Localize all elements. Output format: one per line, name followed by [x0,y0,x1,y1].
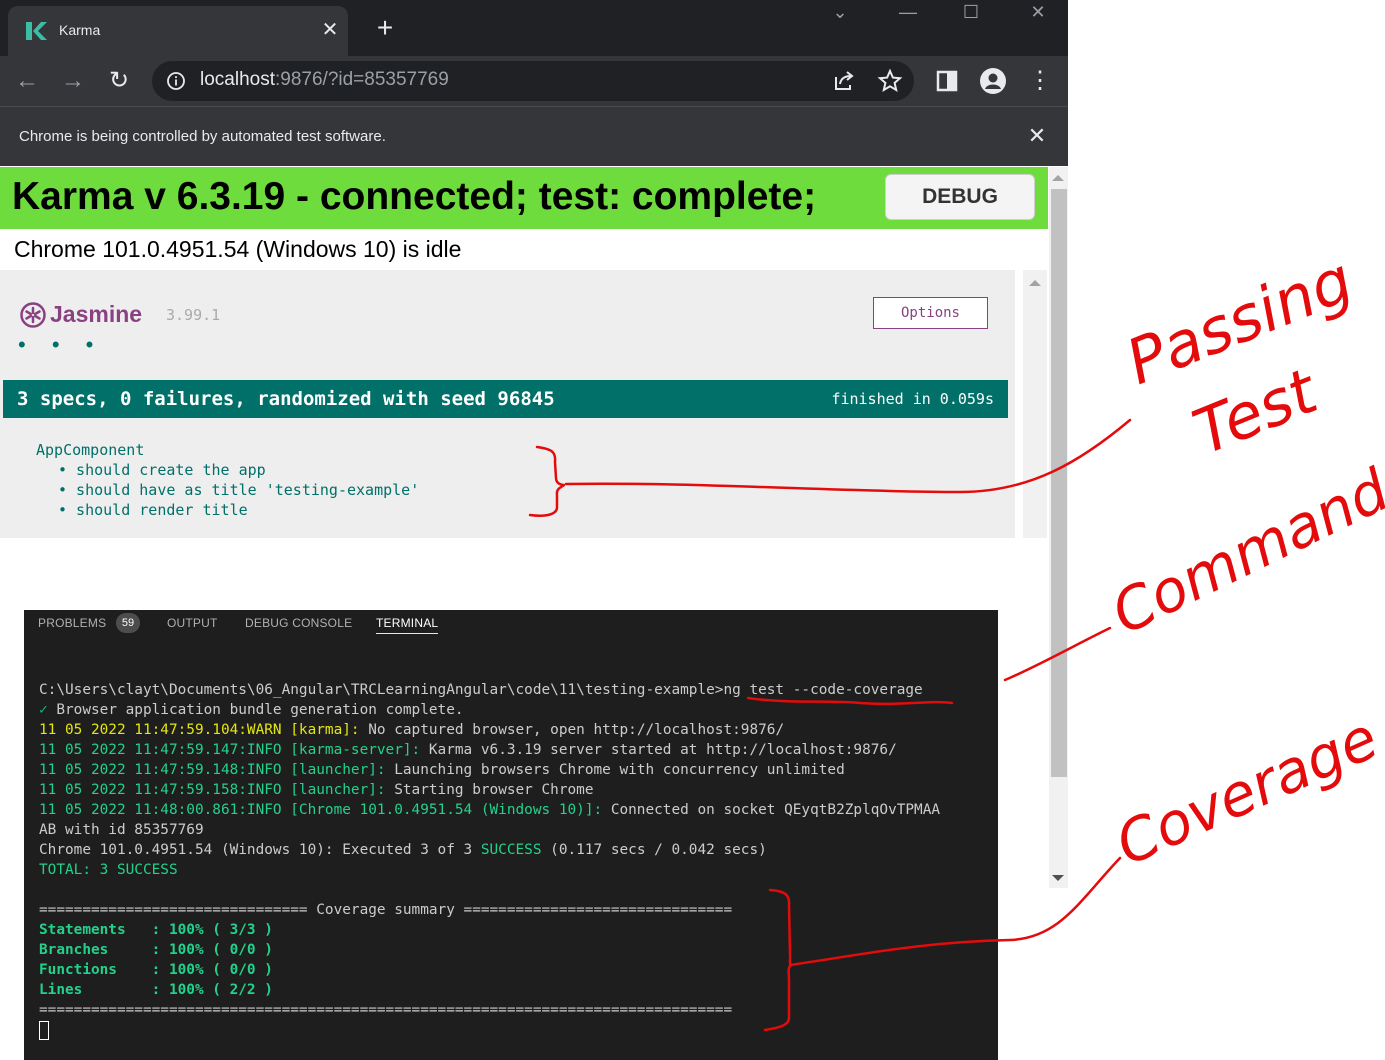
back-icon[interactable]: ← [12,66,42,96]
close-icon[interactable]: ✕ [318,18,342,42]
jasmine-version: 3.99.1 [166,306,221,324]
address-bar[interactable]: localhost:9876/?id=85357769 [152,61,914,101]
scroll-up-icon[interactable] [1029,280,1041,286]
problems-count-badge: 59 [116,613,140,633]
jasmine-reporter: Jasmine 3.99.1 • • • Options 3 specs, 0 … [0,270,1015,538]
terminal-line: 11 05 2022 11:47:59.104:WARN [karma]: No… [39,722,785,738]
browser-status: Chrome 101.0.4951.54 (Windows 10) is idl… [14,236,462,262]
tab-title: Karma [59,22,101,38]
forward-icon[interactable]: → [58,66,88,96]
vscode-terminal-panel: PROBLEMS 59 OUTPUT DEBUG CONSOLE TERMINA… [24,610,998,1060]
results-summary[interactable]: 3 specs, 0 failures, randomized with see… [17,388,555,410]
minimize-icon[interactable]: — [893,2,923,23]
tab-debug-console[interactable]: DEBUG CONSOLE [245,616,352,630]
url-text: localhost:9876/?id=85357769 [200,69,449,90]
debug-button[interactable]: DEBUG [885,174,1035,220]
terminal-line: 11 05 2022 11:47:59.147:INFO [karma-serv… [39,742,897,758]
menu-icon[interactable]: ⋮ [1025,66,1055,96]
coverage-header: =============================== Coverage… [39,902,733,918]
reload-icon[interactable]: ↻ [104,66,134,96]
page-scrollbar[interactable] [1049,167,1068,888]
options-button[interactable]: Options [873,297,988,329]
terminal-line: ✓ Browser application bundle generation … [39,702,464,718]
karma-title: Karma v 6.3.19 - connected; test: comple… [12,175,817,218]
annotation-coverage: Coverage [1106,704,1385,879]
coverage-functions: Functions : 100% ( 0/0 ) [39,962,273,978]
profile-icon[interactable] [979,67,1007,95]
terminal-line: 11 05 2022 11:48:00.861:INFO [Chrome 101… [39,802,941,818]
terminal-line: 11 05 2022 11:47:59.158:INFO [launcher]:… [39,782,594,798]
results-summary-bar: 3 specs, 0 failures, randomized with see… [3,380,1008,418]
close-icon[interactable]: ✕ [1024,123,1050,149]
coverage-lines: Lines : 100% ( 2/2 ) [39,982,273,998]
coverage-footer: ========================================… [39,1002,733,1018]
scrollbar-thumb[interactable] [1051,189,1067,777]
annotation-command: Command [1101,455,1385,647]
results-duration: finished in 0.059s [831,390,994,408]
jasmine-name: Jasmine [50,301,143,327]
star-icon[interactable] [876,67,904,95]
suite-name[interactable]: AppComponent [36,441,144,459]
coverage-branches: Branches : 100% ( 0/0 ) [39,942,273,958]
karma-favicon [26,22,47,40]
spec-item[interactable]: • should create the app [58,461,266,479]
info-icon[interactable] [166,71,186,91]
share-icon[interactable] [830,67,858,95]
annotation-test: Test [1183,353,1329,469]
tab-output[interactable]: OUTPUT [167,616,218,630]
spec-item[interactable]: • should have as title 'testing-example' [58,481,419,499]
tab-terminal[interactable]: TERMINAL [376,616,439,634]
terminal-command-line: C:\Users\clayt\Documents\06_Angular\TRCL… [39,682,923,698]
maximize-icon[interactable]: ☐ [956,2,986,23]
window-close-icon[interactable]: ✕ [1023,2,1053,23]
sidepanel-icon[interactable] [933,67,961,95]
browser-tab[interactable]: Karma ✕ [8,6,348,56]
karma-banner: Karma v 6.3.19 - connected; test: comple… [0,167,1048,229]
annotation-passing: Passing [1116,243,1362,399]
plus-icon[interactable]: + [372,14,398,42]
scroll-down-icon[interactable] [1052,875,1064,881]
spec-dots: • • • [18,332,104,357]
inner-scrollbar[interactable] [1023,270,1047,538]
terminal-line: AB with id 85357769 [39,822,204,838]
chevron-down-icon[interactable]: ⌄ [825,2,855,23]
jasmine-logo-icon [20,302,46,328]
spec-item[interactable]: • should render title [58,501,248,519]
infobar-text: Chrome is being controlled by automated … [19,128,386,145]
coverage-statements: Statements : 100% ( 3/3 ) [39,922,273,938]
terminal-line: 11 05 2022 11:47:59.148:INFO [launcher]:… [39,762,845,778]
scroll-up-icon[interactable] [1052,175,1064,181]
terminal-line: Chrome 101.0.4951.54 (Windows 10): Execu… [39,842,767,858]
tab-problems[interactable]: PROBLEMS [38,616,106,630]
browser-toolbar: ← → ↻ localhost:9876/?id=85357769 ⋮ [0,56,1068,106]
terminal-cursor [39,1021,49,1040]
automation-infobar: Chrome is being controlled by automated … [0,106,1068,166]
terminal-total-line: TOTAL: 3 SUCCESS [39,862,178,878]
tab-strip: Karma ✕ + ⌄ — ☐ ✕ [0,0,1068,56]
